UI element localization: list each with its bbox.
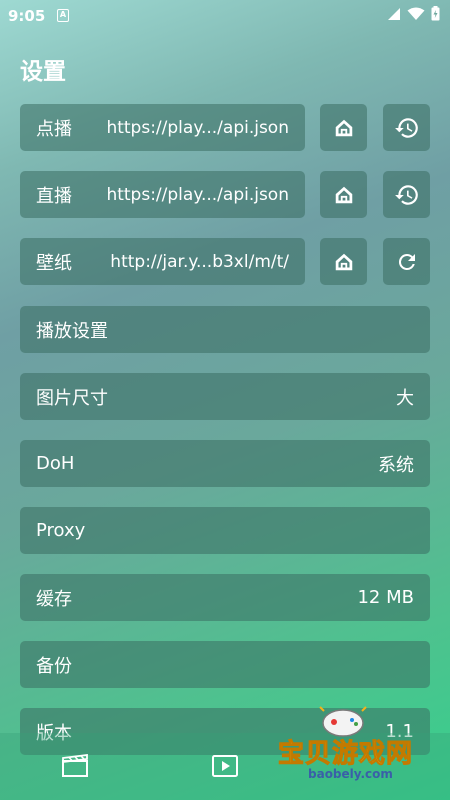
page-title: 设置 [20, 59, 66, 85]
doh-row[interactable]: DoH 系统 [20, 440, 430, 487]
setting-label: 缓存 [36, 588, 72, 610]
battery-icon [431, 6, 440, 21]
nav-vod[interactable] [60, 751, 90, 781]
wifi-icon [407, 7, 425, 20]
setting-label: DoH [36, 453, 75, 474]
signal-icon [388, 7, 400, 20]
live-home-button[interactable] [320, 171, 367, 218]
vod-source-url: https://play.../api.json [106, 117, 289, 138]
status-time: 9:05 [8, 7, 46, 25]
history-icon [394, 117, 418, 138]
image-size-row[interactable]: 图片尺寸 大 [20, 373, 430, 420]
watermark-logo: 宝贝游戏网 baobely.com [277, 705, 448, 797]
setting-label: 播放设置 [36, 320, 108, 342]
cache-row[interactable]: 缓存 12 MB [20, 574, 430, 621]
live-source-url: https://play.../api.json [106, 184, 289, 205]
setting-value: 大 [396, 387, 414, 409]
wallpaper-source-url: http://jar.y...b3xl/m/t/ [110, 251, 289, 272]
vod-source-row[interactable]: 点播 https://play.../api.json [20, 104, 305, 151]
setting-label: 图片尺寸 [36, 387, 108, 409]
setting-label: 备份 [36, 655, 72, 677]
refresh-icon [398, 253, 415, 270]
setting-label: Proxy [36, 520, 86, 541]
watermark-url: baobely.com [308, 767, 393, 781]
movie-icon [62, 754, 88, 777]
play-icon [212, 755, 238, 777]
wallpaper-refresh-button[interactable] [383, 238, 430, 285]
wallpaper-source-row[interactable]: 壁纸 http://jar.y...b3xl/m/t/ [20, 238, 305, 285]
home-icon [335, 253, 352, 270]
setting-value: 12 MB [357, 587, 414, 608]
watermark-text: 宝贝游戏网 [277, 739, 414, 770]
history-icon [394, 184, 418, 205]
notification-icon: A [57, 9, 69, 22]
home-icon [335, 119, 352, 136]
wallpaper-home-button[interactable] [320, 238, 367, 285]
vod-home-button[interactable] [320, 104, 367, 151]
playback-settings-row[interactable]: 播放设置 [20, 306, 430, 353]
live-source-label: 直播 [36, 185, 72, 207]
vod-history-button[interactable] [383, 104, 430, 151]
status-bar: 9:05 A [0, 0, 450, 32]
home-icon [335, 186, 352, 203]
vod-source-label: 点播 [36, 118, 72, 140]
live-source-row[interactable]: 直播 https://play.../api.json [20, 171, 305, 218]
nav-live[interactable] [210, 751, 240, 781]
setting-value: 系统 [378, 454, 414, 476]
live-history-button[interactable] [383, 171, 430, 218]
status-icons [387, 6, 440, 21]
backup-row[interactable]: 备份 [20, 641, 430, 688]
proxy-row[interactable]: Proxy [20, 507, 430, 554]
wallpaper-source-label: 壁纸 [36, 252, 72, 274]
